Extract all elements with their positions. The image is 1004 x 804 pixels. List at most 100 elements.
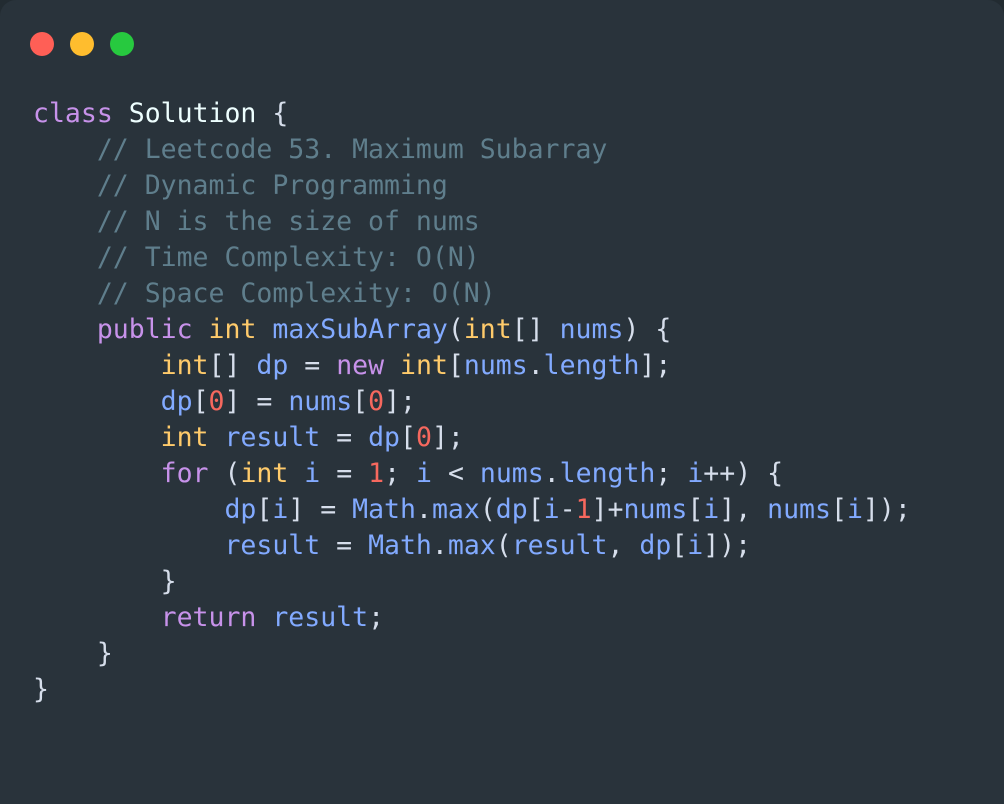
code-token: int [160,422,209,453]
code-token: 1 [575,494,592,525]
code-token: Solution [128,98,257,129]
code-token: int [463,314,512,345]
code-token: maxSubArray [272,314,448,345]
code-token: i [543,494,560,525]
code-token: // Leetcode 53. Maximum Subarray [96,134,608,165]
code-token: int [208,314,257,345]
code-token: . [543,458,560,489]
code-token: Math [368,530,432,561]
code-line: } [33,672,994,708]
code-token: } [33,674,49,705]
code-token: dp [224,494,257,525]
code-token: = [320,422,369,453]
code-line: // Dynamic Programming [33,168,994,204]
code-line: // N is the size of nums [33,204,994,240]
code-token: int [160,350,209,381]
code-token: i [272,494,289,525]
close-button[interactable] [30,32,54,56]
code-editor[interactable]: class Solution { // Leetcode 53. Maximum… [33,96,994,708]
code-window: class Solution { // Leetcode 53. Maximum… [0,0,1004,804]
code-token: ; [384,458,417,489]
code-token: } [33,638,113,669]
code-token: 0 [208,386,225,417]
code-token: int [240,458,289,489]
code-token: nums [479,458,544,489]
code-line: result = Math.max(result, dp[i]); [33,528,994,564]
code-token: i [416,458,432,489]
code-line: public int maxSubArray(int[] nums) { [33,312,994,348]
code-token: ; [655,458,688,489]
maximize-button[interactable] [110,32,134,56]
code-token: length [543,350,640,381]
code-token: [ [671,530,688,561]
code-token: dp [495,494,528,525]
code-token: result [511,530,608,561]
code-token: length [559,458,656,489]
code-line: int result = dp[0]; [33,420,994,456]
code-token: - [559,494,576,525]
code-token: public [96,314,193,345]
code-token: nums [463,350,528,381]
code-token: [ [830,494,847,525]
code-token: nums [623,494,688,525]
code-line: dp[0] = nums[0]; [33,384,994,420]
code-token: [ [687,494,704,525]
code-token: int [400,350,448,381]
code-token: [] [208,350,257,381]
code-token: { [256,98,289,129]
code-token: ]+ [591,494,624,525]
code-line: // Space Complexity: O(N) [33,276,994,312]
code-token: i [703,494,720,525]
code-token: ] = [224,386,289,417]
code-token: 1 [368,458,385,489]
code-token: i [304,458,321,489]
code-line: // Leetcode 53. Maximum Subarray [33,132,994,168]
code-token: . [415,494,432,525]
code-line: int[] dp = new int[nums.length]; [33,348,994,384]
code-token: . [431,530,448,561]
code-token: = [288,350,337,381]
code-token: ], [719,494,768,525]
code-token: result [272,602,369,633]
code-token: = [320,530,369,561]
code-token: ( [208,458,241,489]
code-token: dp [160,386,193,417]
code-token: // Space Complexity: O(N) [96,278,496,309]
code-line: } [33,564,994,600]
code-token: ; [368,602,385,633]
code-token: ) { [623,314,672,345]
code-token: i [846,494,863,525]
code-token: result [224,422,321,453]
code-token: max [431,494,480,525]
code-token: < [431,458,480,489]
code-token: ++) { [703,458,784,489]
minimize-button[interactable] [70,32,94,56]
code-line: // Time Complexity: O(N) [33,240,994,276]
code-token: dp [639,530,672,561]
code-token: ]; [384,386,417,417]
code-token: // Time Complexity: O(N) [96,242,480,273]
code-line: for (int i = 1; i < nums.length; i++) { [33,456,994,492]
code-token: = [320,458,369,489]
code-token: nums [767,494,831,525]
code-token: class [33,98,113,129]
code-token: dp [256,350,289,381]
code-token: [ [400,422,416,453]
code-token: ]; [639,350,672,381]
code-token: ]); [862,494,911,525]
